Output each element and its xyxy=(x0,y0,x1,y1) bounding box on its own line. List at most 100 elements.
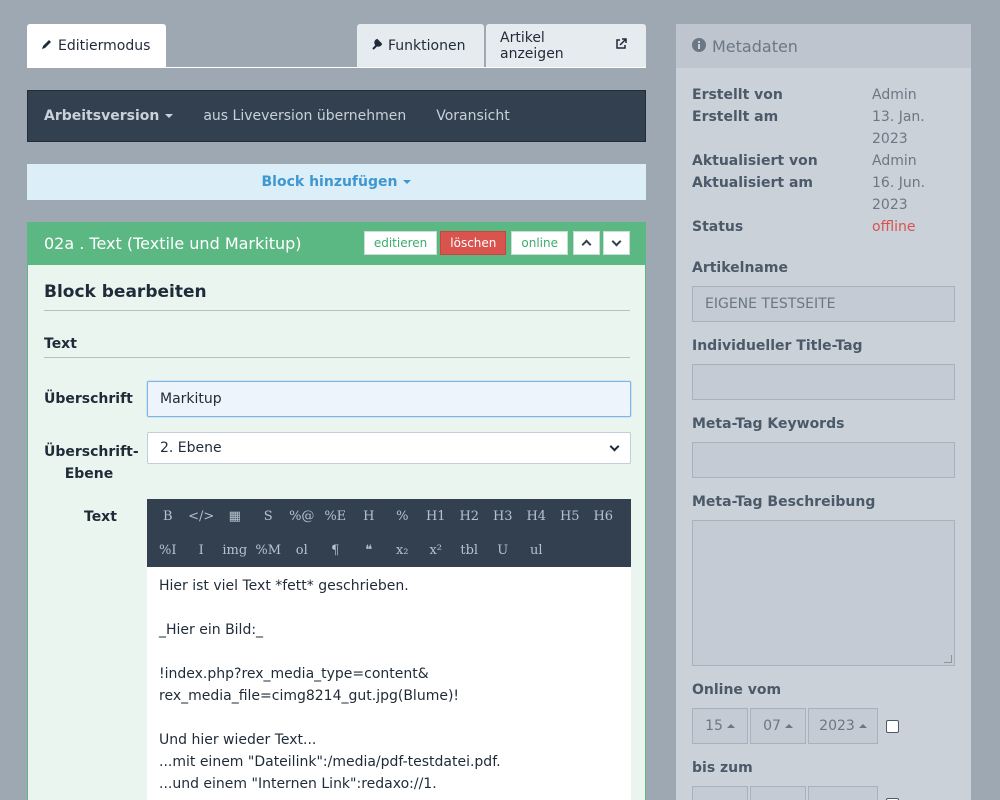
caret-up-icon xyxy=(858,724,867,728)
version-navbar: Arbeitsversion aus Liveversion übernehme… xyxy=(27,90,646,142)
preview-link[interactable]: Voransicht xyxy=(436,108,510,124)
toolbar-italic-icon[interactable]: I xyxy=(185,543,219,558)
info-icon xyxy=(692,37,712,56)
toolbar-h5-icon[interactable]: H5 xyxy=(553,509,587,524)
heading-level-label: Überschrift- Ebene xyxy=(44,441,139,485)
online-from-checkbox[interactable] xyxy=(886,719,899,733)
heading-level-select[interactable]: 2. Ebene xyxy=(147,432,631,464)
take-live-link[interactable]: aus Liveversion übernehmen xyxy=(203,108,406,124)
toolbar-h3-icon[interactable]: H3 xyxy=(486,509,520,524)
move-down-button[interactable] xyxy=(603,231,630,255)
toolbar-h1-icon[interactable]: H1 xyxy=(419,509,453,524)
toolbar-media-link-icon[interactable]: %M xyxy=(252,543,286,558)
toolbar-internal-link-icon[interactable]: %I xyxy=(151,543,185,558)
title-tag-label: Individueller Title-Tag xyxy=(692,338,863,354)
caret-down-icon xyxy=(403,180,412,184)
toolbar-email-link-icon[interactable]: %@ xyxy=(285,509,319,524)
online-from-year: 2023 xyxy=(819,718,855,734)
toolbar-bold-icon[interactable]: B xyxy=(151,509,185,524)
toolbar-external-link-icon[interactable]: %E xyxy=(319,509,353,524)
online-from-label: Online vom xyxy=(692,682,782,698)
toolbar-block-icon[interactable]: ▦ xyxy=(218,509,252,524)
online-from-day: 15 xyxy=(705,718,723,734)
divider xyxy=(44,357,630,358)
text-editor[interactable]: Hier ist viel Text *fett* geschrieben. _H… xyxy=(147,567,631,800)
toolbar-strike-icon[interactable]: S xyxy=(252,509,286,524)
tab-edit-label: Editiermodus xyxy=(58,38,151,54)
until-month-select[interactable] xyxy=(750,786,806,800)
toolbar-ordered-list-icon[interactable]: ol xyxy=(285,543,319,558)
toolbar-table-icon[interactable]: tbl xyxy=(453,543,487,558)
tab-view-article[interactable]: Artikel anzeigen xyxy=(486,24,646,67)
heading-level-label-line1: Überschrift- xyxy=(44,444,139,460)
until-year-select[interactable] xyxy=(808,786,878,800)
status-value: offline xyxy=(872,219,916,235)
updated-at-year: 2023 xyxy=(872,197,908,213)
version-dropdown-label: Arbeitsversion xyxy=(44,108,160,124)
block-edit-heading: Block bearbeiten xyxy=(44,282,207,302)
toolbar-paragraph-icon[interactable]: ¶ xyxy=(319,543,353,558)
markitup-toolbar: B </> ▦ S %@ %E H% H1 H2 H3 H4 H5 H6 %I Iimg %M ol ¶ ❝ x₂ x… xyxy=(147,499,631,567)
until-label: bis zum xyxy=(692,760,753,776)
toolbar-subscript-icon[interactable]: x₂ xyxy=(386,543,420,558)
online-from-day-select[interactable]: 15 xyxy=(692,708,748,744)
online-from-date: 15 07 2023 xyxy=(692,708,899,744)
text-line: Und hier wieder Text... xyxy=(159,732,317,748)
metadata-title: Metadaten xyxy=(712,36,798,56)
article-name-label: Artikelname xyxy=(692,260,788,276)
toolbar-h6-icon[interactable]: H6 xyxy=(587,509,621,524)
heading-input[interactable] xyxy=(147,381,631,417)
block-actions: editieren löschen online xyxy=(363,231,630,255)
delete-button[interactable]: löschen xyxy=(440,231,507,255)
toolbar-row-2: %I Iimg %M ol ¶ ❝ x₂ x² tbl Uul xyxy=(147,533,631,567)
online-from-year-select[interactable]: 2023 xyxy=(808,708,878,744)
status-label: Status xyxy=(692,219,744,235)
updated-at-label: Aktualisiert am xyxy=(692,175,813,191)
created-by-label: Erstellt von xyxy=(692,87,783,103)
status-toggle-button[interactable]: online xyxy=(511,231,568,255)
online-from-month-select[interactable]: 07 xyxy=(750,708,806,744)
toolbar-image-icon[interactable]: img xyxy=(218,543,252,558)
toolbar-h2-icon[interactable]: H2 xyxy=(453,509,487,524)
heading-level-value: 2. Ebene xyxy=(160,440,222,456)
keywords-label: Meta-Tag Keywords xyxy=(692,416,845,432)
edit-button[interactable]: editieren xyxy=(363,231,438,255)
description-textarea[interactable] xyxy=(692,520,955,666)
chevron-up-icon xyxy=(581,239,592,250)
keywords-input[interactable] xyxy=(692,442,955,478)
toolbar-heading-icon[interactable]: H xyxy=(352,509,386,524)
chevron-down-icon xyxy=(611,236,622,247)
toolbar-code-icon[interactable]: </> xyxy=(185,509,219,524)
created-by-value: Admin xyxy=(872,87,917,103)
toolbar-link-icon[interactable]: % xyxy=(386,509,420,524)
version-dropdown[interactable]: Arbeitsversion xyxy=(44,108,174,124)
tab-functions[interactable]: Funktionen xyxy=(357,24,484,67)
until-date xyxy=(692,786,899,800)
toolbar-h4-icon[interactable]: H4 xyxy=(520,509,554,524)
add-block-button[interactable]: Block hinzufügen xyxy=(27,164,646,200)
text-line: ...und einem "Internen Link":redaxo://1. xyxy=(159,776,437,792)
pencil-icon xyxy=(41,38,58,54)
resize-handle-icon[interactable] xyxy=(944,655,952,663)
heading-label: Überschrift xyxy=(44,391,133,407)
tab-view-article-label: Artikel anzeigen xyxy=(500,29,564,62)
title-tag-input[interactable] xyxy=(692,364,955,400)
until-day-select[interactable] xyxy=(692,786,748,800)
content-block: 02a . Text (Textile und Markitup) editie… xyxy=(27,222,646,800)
move-up-button[interactable] xyxy=(573,231,600,255)
block-title: 02a . Text (Textile und Markitup) xyxy=(44,234,302,253)
divider xyxy=(44,310,630,311)
toolbar-unordered-list-icon[interactable]: ul xyxy=(520,543,554,558)
toolbar-underline-icon[interactable]: U xyxy=(486,543,520,558)
caret-up-icon xyxy=(726,724,735,728)
toolbar-blockquote-icon[interactable]: ❝ xyxy=(352,543,386,558)
tab-edit-mode[interactable]: Editiermodus xyxy=(27,24,166,68)
text-line xyxy=(159,707,619,729)
caret-down-icon xyxy=(165,114,174,118)
article-name-input[interactable]: EIGENE TESTSEITE xyxy=(692,286,955,322)
caret-up-icon xyxy=(784,724,793,728)
toolbar-row-1: B </> ▦ S %@ %E H% H1 H2 H3 H4 H5 H6 xyxy=(147,499,631,533)
tab-functions-label: Funktionen xyxy=(388,37,466,54)
toolbar-superscript-icon[interactable]: x² xyxy=(419,543,453,558)
text-line: rex_media_file=cimg8214_gut.jpg(Blume)! xyxy=(159,688,460,704)
